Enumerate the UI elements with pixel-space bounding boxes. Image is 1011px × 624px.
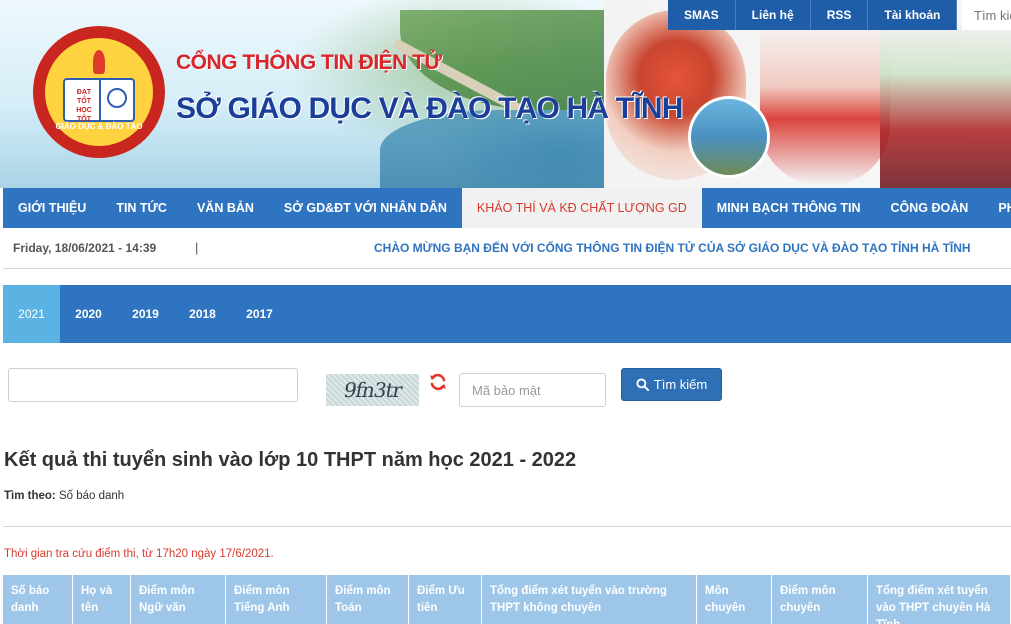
lookup-time-notice: Thời gian tra cứu điểm thi, từ 17h20 ngà…: [4, 548, 274, 560]
divider: [3, 526, 1011, 527]
col-specialized-subject: Môn chuyên: [697, 575, 772, 624]
welcome-marquee: CHÀO MỪNG BẠN ĐẾN VỚI CỔNG THÔNG TIN ĐIỆ…: [374, 241, 971, 255]
torch-icon: [93, 50, 105, 74]
current-datetime: Friday, 18/06/2021 - 14:39: [13, 241, 157, 255]
col-english-score: Điểm môn Tiếng Anh: [226, 575, 327, 624]
search-by-line: Tìm theo: Số báo danh: [4, 490, 124, 502]
results-table-header: Số báo danh Họ và tên Điểm môn Ngữ văn Đ…: [3, 575, 1011, 624]
search-by-value: Số báo danh: [58, 490, 125, 502]
col-candidate-number: Số báo danh: [3, 575, 73, 624]
candidate-number-input[interactable]: [8, 368, 298, 402]
year-tabs: 2021 2020 2019 2018 2017: [3, 285, 1011, 343]
security-code-input[interactable]: [459, 373, 606, 407]
main-nav: GIỚI THIỆU TIN TỨC VĂN BẢN SỞ GD&ĐT VỚI …: [3, 188, 1011, 228]
top-link-contact[interactable]: Liên hệ: [735, 0, 811, 30]
col-priority-score: Điểm Ưu tiên: [409, 575, 482, 624]
top-link-rss[interactable]: RSS: [810, 0, 869, 30]
banner-photo-graduation: [880, 25, 1011, 188]
logo-ring-text: GIÁO DỤC & ĐÀO TẠO: [55, 122, 143, 131]
nav-item-about[interactable]: GIỚI THIỆU: [3, 188, 101, 228]
search-by-label: Tìm theo:: [4, 490, 56, 502]
banner-photo-ceremony: [760, 20, 890, 185]
date-separator: |: [195, 240, 199, 255]
portal-subtitle: CỔNG THÔNG TIN ĐIỆN TỬ: [176, 51, 442, 74]
refresh-captcha-icon[interactable]: [428, 372, 448, 392]
col-total-specialized: Tổng điểm xét tuyển vào THPT chuyên Hà T…: [868, 575, 1011, 624]
col-specialized-score: Điểm môn chuyên: [772, 575, 868, 624]
tab-year-2020[interactable]: 2020: [60, 285, 117, 343]
search-button-label: Tìm kiếm: [653, 377, 708, 392]
tab-year-2018[interactable]: 2018: [174, 285, 231, 343]
nav-item-citizens[interactable]: SỞ GD&ĐT VỚI NHÂN DÂN: [269, 188, 462, 228]
tab-year-2017[interactable]: 2017: [231, 285, 288, 343]
logo-motto: ĐẠT TỐT HỌC TỐT: [76, 89, 92, 123]
tab-year-2019[interactable]: 2019: [117, 285, 174, 343]
nav-item-news[interactable]: TIN TỨC: [101, 188, 182, 228]
captcha-text: 9fn3tr: [341, 378, 404, 402]
col-literature-score: Điểm môn Ngữ văn: [131, 575, 226, 624]
col-total-nonspecialized: Tổng điểm xét tuyển vào trường THPT khôn…: [482, 575, 697, 624]
result-title: Kết quả thi tuyển sinh vào lớp 10 THPT n…: [4, 449, 577, 471]
search-button[interactable]: Tìm kiếm: [621, 368, 722, 401]
col-full-name: Họ và tên: [73, 575, 131, 624]
top-links: SMAS Liên hệ RSS Tài khoản: [668, 0, 958, 30]
portal-title[interactable]: SỞ GIÁO DỤC VÀ ĐÀO TẠO HÀ TĨNH: [176, 92, 683, 126]
nav-item-documents[interactable]: VĂN BẢN: [182, 188, 269, 228]
atom-icon: [107, 88, 127, 108]
nav-item-feedback[interactable]: PHẢN ÁNH: [983, 188, 1011, 228]
col-math-score: Điểm môn Toán: [327, 575, 409, 624]
search-icon: [636, 378, 649, 391]
banner-photo-school: [688, 96, 770, 178]
nav-item-union[interactable]: CÔNG ĐOÀN: [876, 188, 984, 228]
site-logo[interactable]: ĐẠT TỐT HỌC TỐT GIÁO DỤC & ĐÀO TẠO: [33, 26, 165, 158]
nav-item-transparency[interactable]: MINH BẠCH THÔNG TIN: [702, 188, 876, 228]
date-bar: Friday, 18/06/2021 - 14:39 | CHÀO MỪNG B…: [3, 228, 1011, 269]
nav-item-exams[interactable]: KHẢO THÍ VÀ KĐ CHẤT LƯỢNG GD: [461, 188, 702, 228]
captcha-image: 9fn3tr: [326, 374, 419, 406]
site-search-input[interactable]: [962, 0, 1011, 30]
top-link-account[interactable]: Tài khoản: [868, 0, 958, 30]
tab-year-2021[interactable]: 2021: [3, 285, 60, 343]
top-link-smas[interactable]: SMAS: [668, 0, 736, 30]
